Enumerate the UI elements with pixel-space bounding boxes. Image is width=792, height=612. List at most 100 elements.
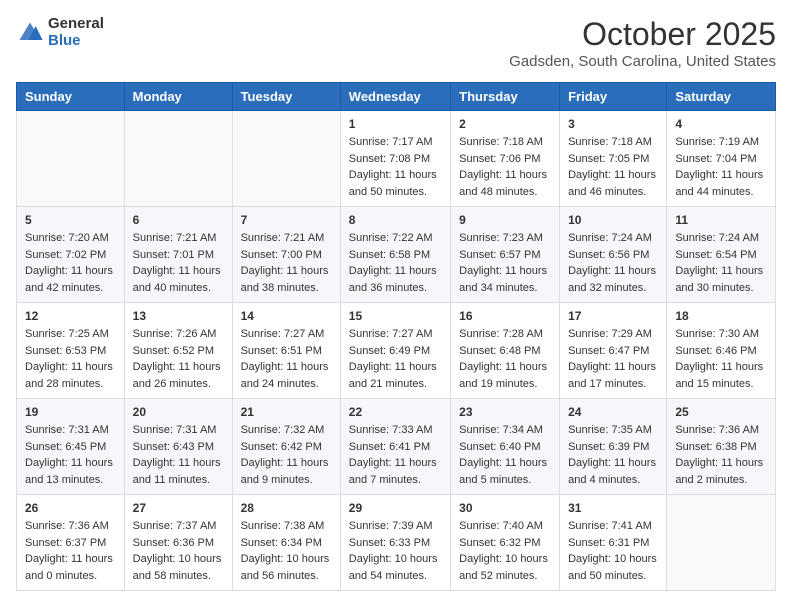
sunrise-text: Sunrise: 7:18 AM xyxy=(459,136,543,148)
calendar-cell: 14 Sunrise: 7:27 AM Sunset: 6:51 PM Dayl… xyxy=(232,303,340,399)
day-info: Sunrise: 7:20 AM Sunset: 7:02 PM Dayligh… xyxy=(25,230,116,296)
day-number: 20 xyxy=(133,405,224,419)
sunset-text: Sunset: 6:31 PM xyxy=(568,537,649,549)
sunrise-text: Sunrise: 7:30 AM xyxy=(675,328,759,340)
sunset-text: Sunset: 7:02 PM xyxy=(25,249,106,261)
day-number: 17 xyxy=(568,309,658,323)
daylight-text: Daylight: 11 hours and 32 minutes. xyxy=(568,265,656,294)
day-info: Sunrise: 7:31 AM Sunset: 6:43 PM Dayligh… xyxy=(133,422,224,488)
calendar-cell xyxy=(667,495,776,591)
sunset-text: Sunset: 6:32 PM xyxy=(459,537,540,549)
sunset-text: Sunset: 6:43 PM xyxy=(133,441,214,453)
sunset-text: Sunset: 6:58 PM xyxy=(349,249,430,261)
day-info: Sunrise: 7:29 AM Sunset: 6:47 PM Dayligh… xyxy=(568,326,658,392)
day-info: Sunrise: 7:21 AM Sunset: 7:00 PM Dayligh… xyxy=(241,230,332,296)
day-info: Sunrise: 7:36 AM Sunset: 6:38 PM Dayligh… xyxy=(675,422,767,488)
calendar-cell: 5 Sunrise: 7:20 AM Sunset: 7:02 PM Dayli… xyxy=(17,207,125,303)
sunset-text: Sunset: 7:08 PM xyxy=(349,153,430,165)
sunset-text: Sunset: 6:54 PM xyxy=(675,249,756,261)
calendar-week-row: 5 Sunrise: 7:20 AM Sunset: 7:02 PM Dayli… xyxy=(17,207,776,303)
day-info: Sunrise: 7:27 AM Sunset: 6:51 PM Dayligh… xyxy=(241,326,332,392)
calendar-cell: 19 Sunrise: 7:31 AM Sunset: 6:45 PM Dayl… xyxy=(17,399,125,495)
day-number: 14 xyxy=(241,309,332,323)
sunset-text: Sunset: 7:01 PM xyxy=(133,249,214,261)
sunset-text: Sunset: 6:57 PM xyxy=(459,249,540,261)
daylight-text: Daylight: 11 hours and 17 minutes. xyxy=(568,361,656,390)
calendar-cell xyxy=(232,111,340,207)
calendar-cell: 7 Sunrise: 7:21 AM Sunset: 7:00 PM Dayli… xyxy=(232,207,340,303)
sunrise-text: Sunrise: 7:41 AM xyxy=(568,520,652,532)
daylight-text: Daylight: 11 hours and 30 minutes. xyxy=(675,265,763,294)
sunset-text: Sunset: 7:05 PM xyxy=(568,153,649,165)
daylight-text: Daylight: 11 hours and 21 minutes. xyxy=(349,361,437,390)
calendar-cell: 2 Sunrise: 7:18 AM Sunset: 7:06 PM Dayli… xyxy=(451,111,560,207)
day-info: Sunrise: 7:17 AM Sunset: 7:08 PM Dayligh… xyxy=(349,134,442,200)
sunrise-text: Sunrise: 7:31 AM xyxy=(133,424,217,436)
logo-icon xyxy=(16,19,44,47)
sunset-text: Sunset: 6:46 PM xyxy=(675,345,756,357)
day-info: Sunrise: 7:31 AM Sunset: 6:45 PM Dayligh… xyxy=(25,422,116,488)
sunrise-text: Sunrise: 7:35 AM xyxy=(568,424,652,436)
day-number: 15 xyxy=(349,309,442,323)
calendar-cell: 3 Sunrise: 7:18 AM Sunset: 7:05 PM Dayli… xyxy=(560,111,667,207)
daylight-text: Daylight: 10 hours and 56 minutes. xyxy=(241,553,330,582)
day-number: 2 xyxy=(459,117,551,131)
logo: General Blue xyxy=(16,16,104,49)
sunrise-text: Sunrise: 7:18 AM xyxy=(568,136,652,148)
calendar-week-row: 19 Sunrise: 7:31 AM Sunset: 6:45 PM Dayl… xyxy=(17,399,776,495)
sunrise-text: Sunrise: 7:22 AM xyxy=(349,232,433,244)
calendar-cell: 24 Sunrise: 7:35 AM Sunset: 6:39 PM Dayl… xyxy=(560,399,667,495)
logo-text: General Blue xyxy=(48,16,104,49)
day-number: 27 xyxy=(133,501,224,515)
calendar-cell: 29 Sunrise: 7:39 AM Sunset: 6:33 PM Dayl… xyxy=(340,495,450,591)
sunset-text: Sunset: 6:45 PM xyxy=(25,441,106,453)
calendar-cell: 27 Sunrise: 7:37 AM Sunset: 6:36 PM Dayl… xyxy=(124,495,232,591)
sunset-text: Sunset: 6:56 PM xyxy=(568,249,649,261)
day-number: 11 xyxy=(675,213,767,227)
sunset-text: Sunset: 7:04 PM xyxy=(675,153,756,165)
day-info: Sunrise: 7:18 AM Sunset: 7:05 PM Dayligh… xyxy=(568,134,658,200)
calendar-cell: 30 Sunrise: 7:40 AM Sunset: 6:32 PM Dayl… xyxy=(451,495,560,591)
day-info: Sunrise: 7:23 AM Sunset: 6:57 PM Dayligh… xyxy=(459,230,551,296)
day-number: 7 xyxy=(241,213,332,227)
day-number: 29 xyxy=(349,501,442,515)
daylight-text: Daylight: 11 hours and 44 minutes. xyxy=(675,169,763,198)
sunset-text: Sunset: 6:40 PM xyxy=(459,441,540,453)
logo-general-text: General xyxy=(48,16,104,33)
sunrise-text: Sunrise: 7:40 AM xyxy=(459,520,543,532)
sunset-text: Sunset: 7:00 PM xyxy=(241,249,322,261)
calendar-cell: 11 Sunrise: 7:24 AM Sunset: 6:54 PM Dayl… xyxy=(667,207,776,303)
sunrise-text: Sunrise: 7:36 AM xyxy=(675,424,759,436)
sunrise-text: Sunrise: 7:36 AM xyxy=(25,520,109,532)
day-number: 23 xyxy=(459,405,551,419)
day-number: 8 xyxy=(349,213,442,227)
calendar-cell xyxy=(124,111,232,207)
day-info: Sunrise: 7:32 AM Sunset: 6:42 PM Dayligh… xyxy=(241,422,332,488)
calendar-day-header: Sunday xyxy=(17,83,125,111)
page-header: General Blue October 2025 Gadsden, South… xyxy=(16,16,776,70)
sunrise-text: Sunrise: 7:21 AM xyxy=(241,232,325,244)
sunrise-text: Sunrise: 7:21 AM xyxy=(133,232,217,244)
calendar-day-header: Monday xyxy=(124,83,232,111)
calendar-table: SundayMondayTuesdayWednesdayThursdayFrid… xyxy=(16,82,776,591)
calendar-cell: 15 Sunrise: 7:27 AM Sunset: 6:49 PM Dayl… xyxy=(340,303,450,399)
day-info: Sunrise: 7:37 AM Sunset: 6:36 PM Dayligh… xyxy=(133,518,224,584)
day-info: Sunrise: 7:34 AM Sunset: 6:40 PM Dayligh… xyxy=(459,422,551,488)
calendar-cell: 26 Sunrise: 7:36 AM Sunset: 6:37 PM Dayl… xyxy=(17,495,125,591)
day-info: Sunrise: 7:21 AM Sunset: 7:01 PM Dayligh… xyxy=(133,230,224,296)
calendar-cell xyxy=(17,111,125,207)
daylight-text: Daylight: 11 hours and 40 minutes. xyxy=(133,265,221,294)
calendar-cell: 16 Sunrise: 7:28 AM Sunset: 6:48 PM Dayl… xyxy=(451,303,560,399)
daylight-text: Daylight: 11 hours and 34 minutes. xyxy=(459,265,547,294)
day-number: 4 xyxy=(675,117,767,131)
day-info: Sunrise: 7:19 AM Sunset: 7:04 PM Dayligh… xyxy=(675,134,767,200)
daylight-text: Daylight: 11 hours and 13 minutes. xyxy=(25,457,113,486)
calendar-cell: 9 Sunrise: 7:23 AM Sunset: 6:57 PM Dayli… xyxy=(451,207,560,303)
sunrise-text: Sunrise: 7:26 AM xyxy=(133,328,217,340)
sunset-text: Sunset: 6:37 PM xyxy=(25,537,106,549)
day-info: Sunrise: 7:41 AM Sunset: 6:31 PM Dayligh… xyxy=(568,518,658,584)
calendar-cell: 20 Sunrise: 7:31 AM Sunset: 6:43 PM Dayl… xyxy=(124,399,232,495)
day-info: Sunrise: 7:35 AM Sunset: 6:39 PM Dayligh… xyxy=(568,422,658,488)
calendar-day-header: Thursday xyxy=(451,83,560,111)
calendar-cell: 23 Sunrise: 7:34 AM Sunset: 6:40 PM Dayl… xyxy=(451,399,560,495)
